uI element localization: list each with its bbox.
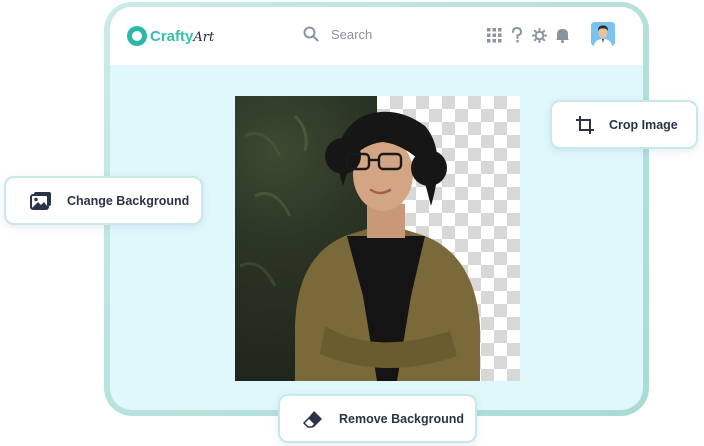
search-input[interactable]: Search (331, 27, 372, 42)
user-avatar-icon (591, 22, 615, 46)
search-icon (303, 26, 319, 42)
crop-image-button[interactable]: Crop Image (550, 100, 698, 149)
change-background-button[interactable]: Change Background (4, 176, 203, 225)
crop-image-label: Crop Image (609, 117, 678, 132)
settings-icon[interactable] (532, 27, 547, 43)
crop-icon (576, 115, 594, 134)
logo-mark-icon (127, 26, 147, 46)
notifications-icon[interactable] (555, 27, 570, 43)
eraser-icon (302, 410, 322, 428)
toolbar-icons (487, 27, 578, 43)
top-bar: CraftyArt Search (110, 7, 643, 65)
apps-grid-icon[interactable] (487, 27, 502, 43)
person-subject (239, 111, 480, 381)
avatar[interactable] (591, 22, 615, 46)
remove-background-button[interactable]: Remove Background (278, 394, 477, 443)
search-bar[interactable]: Search (303, 26, 372, 42)
logo-text: CraftyArt (150, 27, 215, 45)
image-icon (30, 191, 51, 210)
change-background-label: Change Background (67, 193, 190, 208)
help-icon[interactable] (510, 27, 524, 43)
remove-background-label: Remove Background (339, 411, 465, 426)
edited-photo (235, 96, 520, 381)
app-logo[interactable]: CraftyArt (127, 26, 214, 46)
